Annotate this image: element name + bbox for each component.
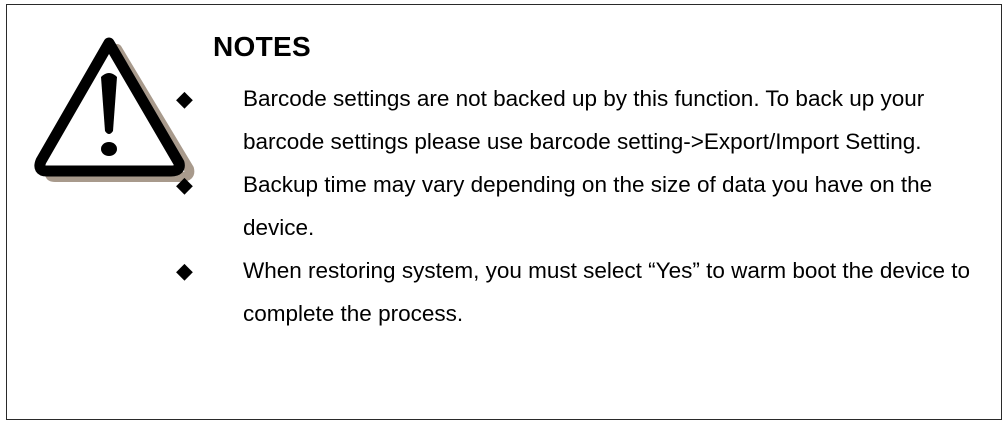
list-item: ◆ Barcode settings are not backed up by … (175, 77, 975, 163)
notes-list: ◆ Barcode settings are not backed up by … (175, 77, 975, 335)
diamond-bullet-icon: ◆ (176, 86, 193, 111)
note-text: When restoring system, you must select “… (243, 258, 970, 326)
warning-triangle-icon (34, 37, 195, 182)
diamond-bullet-icon: ◆ (176, 172, 193, 197)
diamond-bullet-icon: ◆ (176, 258, 193, 283)
note-text: Backup time may vary depending on the si… (243, 172, 933, 240)
notes-box: NOTES ◆ Barcode settings are not backed … (6, 4, 1002, 420)
notes-title: NOTES (213, 31, 311, 62)
list-item: ◆ Backup time may vary depending on the … (175, 163, 975, 249)
note-text: Barcode settings are not backed up by th… (243, 86, 925, 154)
list-item: ◆ When restoring system, you must select… (175, 249, 975, 335)
